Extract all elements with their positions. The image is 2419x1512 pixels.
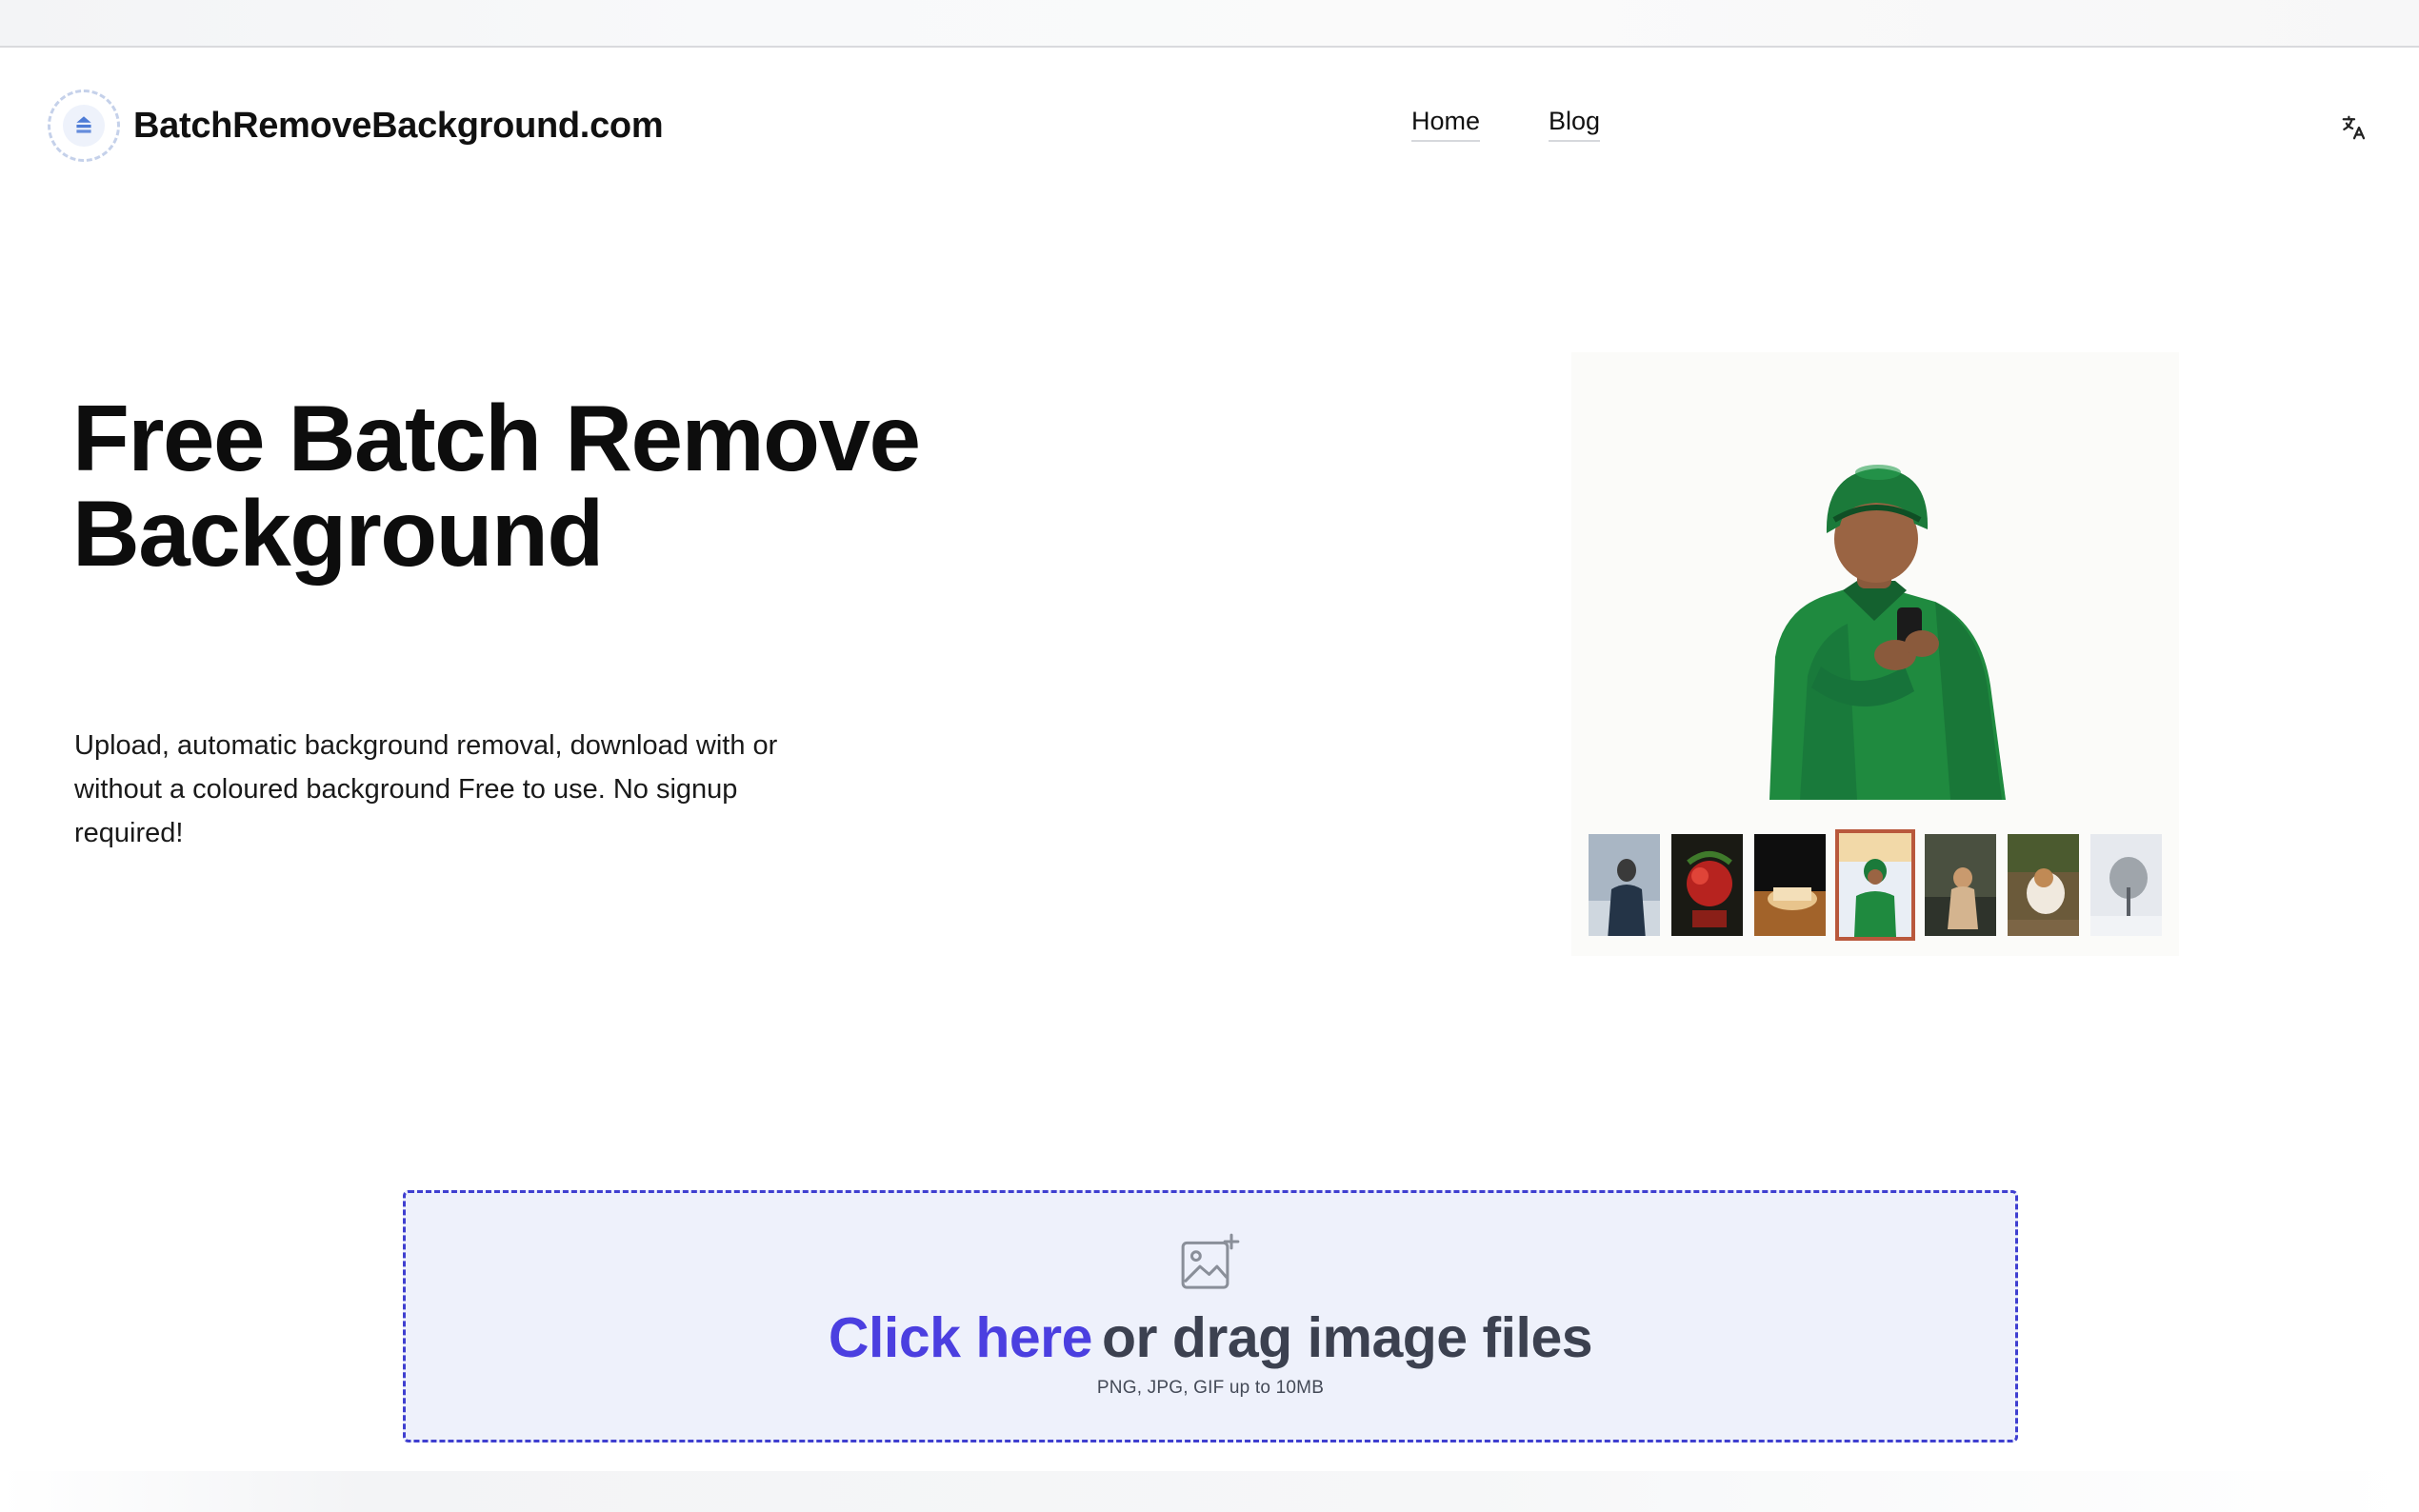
thumbnail-3[interactable] (1752, 832, 1828, 938)
thumbnail-6[interactable] (2006, 832, 2081, 938)
site-header: BatchRemoveBackground.com Home Blog (0, 48, 2419, 200)
nav-home-link[interactable]: Home (1411, 107, 1481, 142)
thumbnail-5[interactable] (1923, 832, 1998, 938)
browser-top-bar (0, 0, 2419, 48)
dropzone-prompt: Click here or drag image files (829, 1305, 1593, 1370)
thumbnail-strip (1587, 829, 2164, 941)
example-showcase (1571, 352, 2179, 956)
nav-blog-link[interactable]: Blog (1549, 107, 1601, 142)
translate-icon[interactable] (2335, 109, 2373, 147)
image-add-icon (1179, 1231, 1242, 1294)
hero-title: Free Batch Remove Background (72, 386, 921, 586)
thumbnail-2[interactable] (1669, 832, 1745, 938)
page-bottom-fade (0, 1471, 2419, 1512)
brand-name: BatchRemoveBackground.com (133, 105, 664, 146)
upload-dropzone[interactable]: Click here or drag image files PNG, JPG, … (403, 1190, 2018, 1442)
file-type-hint: PNG, JPG, GIF up to 10MB (1096, 1378, 1325, 1398)
click-here-link[interactable]: Click here (829, 1306, 1093, 1369)
thumbnail-4-selected[interactable] (1835, 829, 1915, 941)
hero-description: Upload, automatic background removal, do… (74, 730, 778, 848)
logo-link[interactable]: BatchRemoveBackground.com (48, 88, 664, 164)
thumbnail-1[interactable] (1587, 832, 1662, 938)
thumbnail-7[interactable] (2089, 832, 2164, 938)
drag-text: or drag image files (1101, 1306, 1593, 1369)
layers-icon (48, 90, 120, 162)
main-nav: Home Blog (1411, 107, 1601, 142)
main-preview-image (1571, 352, 2179, 819)
